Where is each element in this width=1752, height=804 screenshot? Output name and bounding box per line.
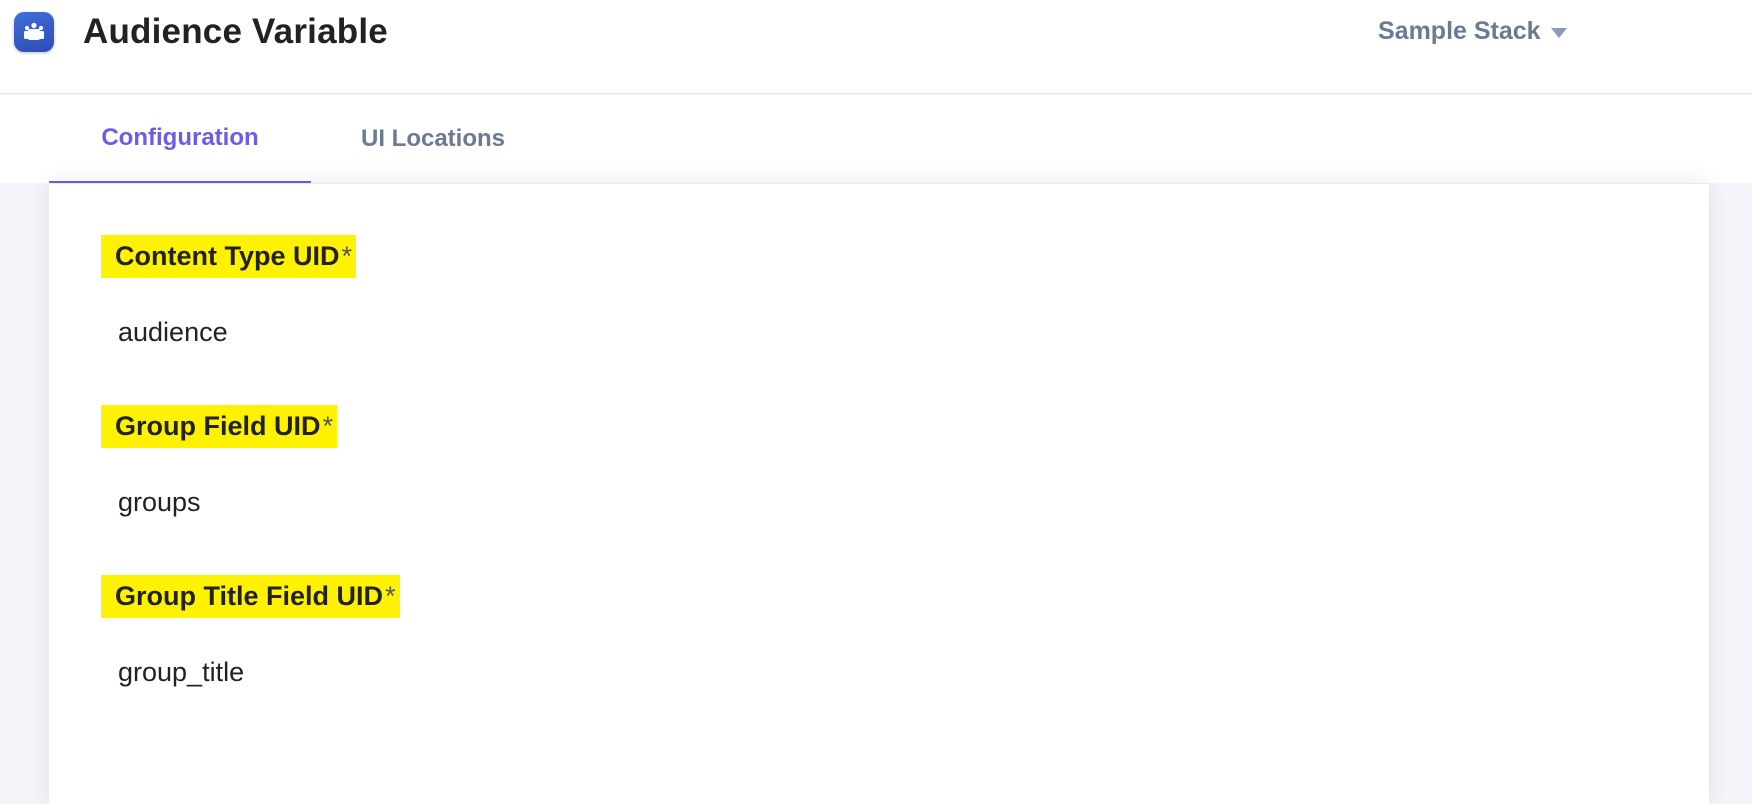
field-label-text: Group Title Field UID [115,581,384,611]
content-type-uid-label: Content Type UID * [101,235,357,278]
app-header: Audience Variable Sample Stack [0,0,1752,94]
group-field-uid-input[interactable] [118,484,1618,520]
configuration-panel: Content Type UID* Group Field UID* Group… [49,183,1709,804]
required-mark: * [322,411,334,441]
tab-ui-locations[interactable]: UI Locations [311,95,555,183]
group-title-field-uid-label: Group Title Field UID * [101,575,400,618]
field-label-text: Content Type UID [115,241,340,271]
stack-selector[interactable]: Sample Stack [1378,14,1567,48]
content-type-uid-input[interactable] [118,314,1618,350]
group-title-field-uid-input[interactable] [118,654,1618,690]
caret-down-icon [1550,27,1567,38]
tab-bar: Configuration UI Locations [0,95,1752,183]
stack-selector-label: Sample Stack [1378,16,1541,45]
required-mark: * [385,581,396,611]
group-field-uid-label: Group Field UID * [101,405,338,448]
audience-group-icon [14,12,54,52]
tab-configuration[interactable]: Configuration [49,95,311,183]
required-mark: * [341,241,353,271]
app-title: Audience Variable [83,12,388,51]
field-label-text: Group Field UID [115,411,321,441]
